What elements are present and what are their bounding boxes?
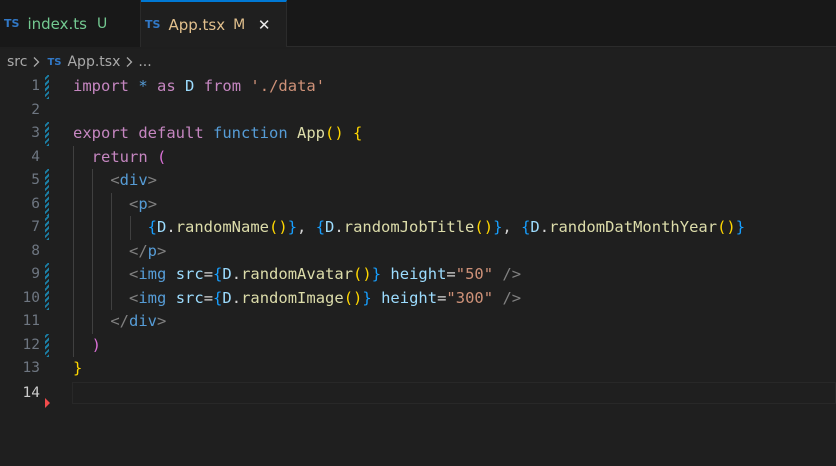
line-number: 9 [31,266,40,282]
line-number: 3 [31,125,40,141]
code-text: export default function App() { [73,124,363,142]
code-line[interactable]: 8 </p> [0,239,836,263]
modified-gutter-indicator[interactable] [45,263,49,287]
modified-gutter-indicator[interactable] [45,286,49,310]
code-text: <p> [129,194,158,213]
code-line[interactable]: 9 <img src={D.randomAvatar()} height="50… [0,263,836,287]
line-number: 1 [31,78,40,94]
deleted-lines-indicator[interactable] [45,398,50,408]
typescript-file-icon: TS [4,17,20,30]
chevron-right-icon [31,56,41,68]
line-number: 11 [22,313,40,329]
line-number: 13 [22,360,40,376]
line-number: 12 [22,336,40,353]
code-line[interactable]: 5 <div> [0,169,836,193]
line-number: 4 [31,148,40,165]
line-number: 10 [22,289,40,306]
line-number: 6 [31,195,40,212]
code-line[interactable]: 11 </div> [0,310,836,334]
code-text: } [73,359,83,377]
tab-index-ts[interactable]: TS index.ts U [0,0,141,47]
code-text: return ( [91,147,167,166]
line-number: 8 [31,242,40,259]
breadcrumb-folder[interactable]: src [7,54,27,70]
tab-label: index.ts [27,14,87,33]
breadcrumb: src TS App.tsx ... [0,49,836,75]
code-line[interactable]: 7 {D.randomName()}, {D.randomJobTitle()}… [0,216,836,240]
line-number: 5 [31,172,40,188]
modified-gutter-indicator[interactable] [45,216,49,240]
code-line[interactable]: 13 } [0,357,836,381]
code-line[interactable]: 14 [0,382,836,408]
typescript-file-icon: TS [145,18,161,31]
line-number: 7 [31,219,40,235]
code-text: {D.randomName()}, {D.randomJobTitle()}, … [147,218,746,236]
code-text: <div> [110,171,158,189]
code-line[interactable]: 12 ) [0,333,836,357]
code-text: <img src={D.randomImage()} height="300" … [129,288,522,307]
code-text: import * as D from './data' [73,77,326,95]
code-line[interactable]: 1 import * as D from './data' [0,75,836,99]
git-status-badge: U [96,15,108,32]
breadcrumb-file[interactable]: App.tsx [67,54,120,70]
breadcrumb-symbols[interactable]: ... [138,54,151,70]
close-icon[interactable]: ✕ [255,16,273,34]
code-text: </div> [110,312,167,330]
code-line[interactable]: 10 <img src={D.randomImage()} height="30… [0,286,836,310]
modified-gutter-indicator[interactable] [45,122,49,146]
modified-gutter-indicator[interactable] [45,169,49,193]
code-editor[interactable]: 1 import * as D from './data' 2 3 export… [0,75,836,466]
code-text: </p> [129,241,167,260]
tab-app-tsx[interactable]: TS App.tsx M ✕ [141,0,287,47]
git-status-badge: M [233,16,246,33]
chevron-right-icon [124,56,134,68]
editor-tab-bar: TS index.ts U TS App.tsx M ✕ [0,0,836,47]
modified-gutter-indicator[interactable] [45,333,49,357]
code-text: <img src={D.randomAvatar()} height="50" … [129,265,522,283]
line-number: 2 [31,101,40,118]
code-line[interactable]: 6 <p> [0,192,836,216]
tab-label: App.tsx [168,15,226,34]
code-line[interactable]: 3 export default function App() { [0,122,836,146]
code-line[interactable]: 4 return ( [0,145,836,169]
line-number: 14 [22,385,40,401]
code-line[interactable]: 2 [0,99,836,123]
modified-gutter-indicator[interactable] [45,192,49,216]
code-text: ) [91,335,102,354]
modified-gutter-indicator[interactable] [45,75,49,99]
typescript-file-icon: TS [47,56,62,68]
